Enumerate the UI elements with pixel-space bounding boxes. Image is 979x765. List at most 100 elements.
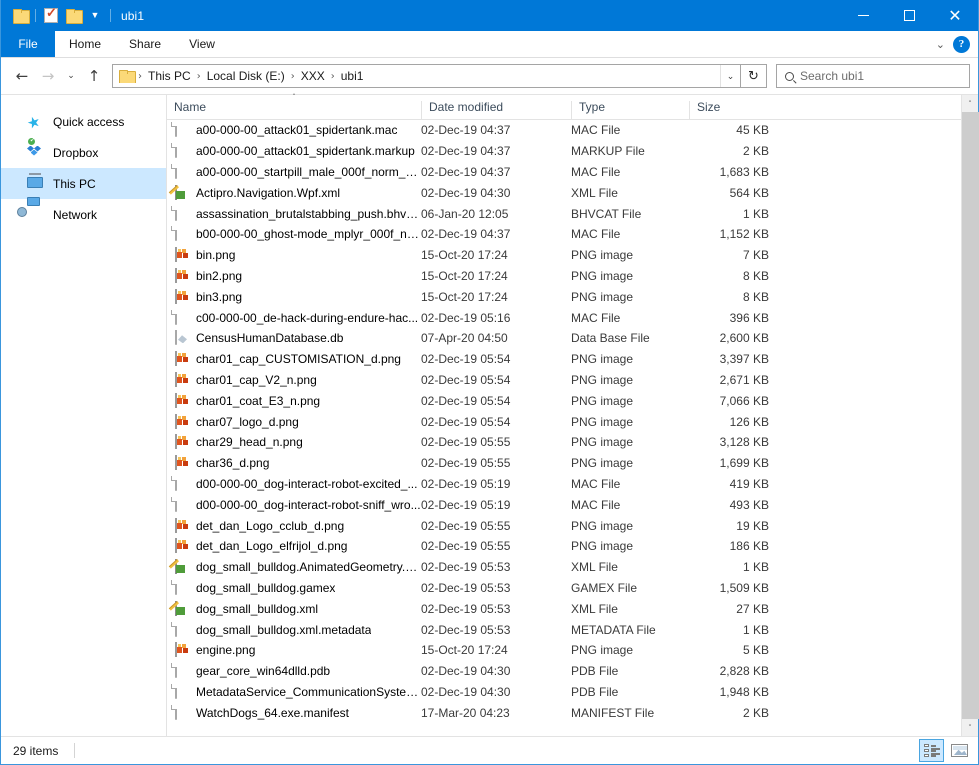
file-name-cell[interactable]: char01_cap_V2_n.png: [167, 372, 421, 388]
table-row[interactable]: CensusHumanDatabase.db07-Apr-20 04:50Dat…: [167, 328, 961, 349]
scroll-up-icon[interactable]: ˄: [962, 95, 978, 112]
table-row[interactable]: c00-000-00_de-hack-during-endure-hac...0…: [167, 307, 961, 328]
breadcrumb-separator-2[interactable]: ›: [289, 71, 297, 82]
sidebar-item-network[interactable]: Network: [1, 199, 166, 230]
file-name-cell[interactable]: assassination_brutalstabbing_push.bhvcat: [167, 206, 421, 222]
file-name-cell[interactable]: char29_head_n.png: [167, 434, 421, 450]
sidebar-item-this-pc[interactable]: This PC: [1, 168, 166, 199]
file-name-cell[interactable]: char01_cap_CUSTOMISATION_d.png: [167, 351, 421, 367]
details-view-button[interactable]: [919, 739, 944, 762]
file-name-cell[interactable]: det_dan_Logo_elfrijol_d.png: [167, 538, 421, 554]
file-name-cell[interactable]: CensusHumanDatabase.db: [167, 330, 421, 346]
table-row[interactable]: dog_small_bulldog.AnimatedGeometry.n...0…: [167, 557, 961, 578]
file-name-cell[interactable]: bin.png: [167, 247, 421, 263]
new-folder-icon[interactable]: [62, 5, 84, 27]
folder-icon[interactable]: [9, 5, 31, 27]
table-row[interactable]: MetadataService_CommunicationSystem...02…: [167, 682, 961, 703]
large-icons-view-button[interactable]: [947, 739, 972, 762]
table-row[interactable]: bin.png15-Oct-20 17:24PNG image7 KB: [167, 245, 961, 266]
table-row[interactable]: char01_cap_V2_n.png02-Dec-19 05:54PNG im…: [167, 370, 961, 391]
sidebar-item-dropbox[interactable]: Dropbox: [1, 137, 166, 168]
breadcrumb-item-xxx[interactable]: XXX: [297, 69, 329, 83]
file-name-cell[interactable]: dog_small_bulldog.AnimatedGeometry.n...: [167, 559, 421, 575]
file-name-cell[interactable]: char01_coat_E3_n.png: [167, 393, 421, 409]
refresh-icon[interactable]: ↻: [741, 64, 767, 88]
sidebar-item-quick-access[interactable]: ★ Quick access: [1, 106, 166, 137]
column-header-size[interactable]: Size: [689, 101, 771, 119]
close-button[interactable]: ✕: [932, 0, 978, 31]
table-row[interactable]: a00-000-00_attack01_spidertank.markup02-…: [167, 141, 961, 162]
file-name-cell[interactable]: engine.png: [167, 642, 421, 658]
forward-button[interactable]: →: [35, 62, 61, 90]
tab-share[interactable]: Share: [115, 31, 175, 57]
file-name-cell[interactable]: Actipro.Navigation.Wpf.xml: [167, 185, 421, 201]
table-row[interactable]: char07_logo_d.png02-Dec-19 05:54PNG imag…: [167, 411, 961, 432]
up-button[interactable]: ↑: [81, 62, 107, 90]
help-icon[interactable]: ?: [953, 36, 970, 53]
table-row[interactable]: bin2.png15-Oct-20 17:24PNG image8 KB: [167, 266, 961, 287]
file-name-cell[interactable]: a00-000-00_attack01_spidertank.markup: [167, 143, 421, 159]
table-row[interactable]: a00-000-00_attack01_spidertank.mac02-Dec…: [167, 120, 961, 141]
table-row[interactable]: b00-000-00_ghost-mode_mplyr_000f_nor...0…: [167, 224, 961, 245]
file-name-cell[interactable]: det_dan_Logo_cclub_d.png: [167, 518, 421, 534]
tab-view[interactable]: View: [175, 31, 229, 57]
address-dropdown-icon[interactable]: ⌄: [720, 65, 740, 87]
file-name-cell[interactable]: dog_small_bulldog.xml.metadata: [167, 622, 421, 638]
file-name-cell[interactable]: MetadataService_CommunicationSystem...: [167, 684, 421, 700]
breadcrumb-item-local-disk[interactable]: Local Disk (E:): [203, 69, 289, 83]
recent-locations-icon[interactable]: ⌄: [61, 62, 81, 90]
file-name-cell[interactable]: gear_core_win64dlld.pdb: [167, 663, 421, 679]
table-row[interactable]: engine.png15-Oct-20 17:24PNG image5 KB: [167, 640, 961, 661]
tab-home[interactable]: Home: [55, 31, 115, 57]
breadcrumb-separator-0[interactable]: ›: [136, 71, 144, 82]
address-path-box[interactable]: › This PC › Local Disk (E:) › XXX › ubi1…: [112, 64, 741, 88]
column-header-type[interactable]: Type: [571, 101, 689, 119]
file-name-cell[interactable]: b00-000-00_ghost-mode_mplyr_000f_nor...: [167, 226, 421, 242]
expand-ribbon-icon[interactable]: ⌄: [930, 38, 951, 51]
chevron-down-icon[interactable]: ▼: [84, 5, 106, 27]
table-row[interactable]: dog_small_bulldog.xml02-Dec-19 05:53XML …: [167, 598, 961, 619]
table-row[interactable]: gear_core_win64dlld.pdb02-Dec-19 04:30PD…: [167, 661, 961, 682]
minimize-button[interactable]: [840, 0, 886, 31]
breadcrumb-item-this-pc[interactable]: This PC: [144, 69, 195, 83]
file-name-cell[interactable]: bin3.png: [167, 289, 421, 305]
table-row[interactable]: char29_head_n.png02-Dec-19 05:55PNG imag…: [167, 432, 961, 453]
breadcrumb-separator-1[interactable]: ›: [195, 71, 203, 82]
properties-icon[interactable]: [40, 5, 62, 27]
table-row[interactable]: det_dan_Logo_elfrijol_d.png02-Dec-19 05:…: [167, 536, 961, 557]
back-button[interactable]: ←: [9, 62, 35, 90]
file-name-cell[interactable]: char36_d.png: [167, 455, 421, 471]
file-name-cell[interactable]: dog_small_bulldog.xml: [167, 601, 421, 617]
scrollbar-track[interactable]: [962, 112, 978, 719]
file-name-cell[interactable]: bin2.png: [167, 268, 421, 284]
vertical-scrollbar[interactable]: ˄ ˅: [961, 95, 978, 736]
table-row[interactable]: bin3.png15-Oct-20 17:24PNG image8 KB: [167, 286, 961, 307]
file-name-cell[interactable]: dog_small_bulldog.gamex: [167, 580, 421, 596]
table-row[interactable]: d00-000-00_dog-interact-robot-sniff_wro.…: [167, 494, 961, 515]
scroll-down-icon[interactable]: ˅: [962, 719, 978, 736]
table-row[interactable]: assassination_brutalstabbing_push.bhvcat…: [167, 203, 961, 224]
column-header-date-modified[interactable]: Date modified: [421, 101, 571, 119]
table-row[interactable]: char01_coat_E3_n.png02-Dec-19 05:54PNG i…: [167, 390, 961, 411]
table-row[interactable]: Actipro.Navigation.Wpf.xml02-Dec-19 04:3…: [167, 182, 961, 203]
breadcrumb-item-ubi1[interactable]: ubi1: [337, 69, 368, 83]
breadcrumb-separator-3[interactable]: ›: [329, 71, 337, 82]
file-name-cell[interactable]: a00-000-00_attack01_spidertank.mac: [167, 122, 421, 138]
table-row[interactable]: d00-000-00_dog-interact-robot-excited_..…: [167, 474, 961, 495]
file-name-cell[interactable]: a00-000-00_startpill_male_000f_norm_no..…: [167, 164, 421, 180]
maximize-button[interactable]: [886, 0, 932, 31]
file-name-cell[interactable]: d00-000-00_dog-interact-robot-excited_..…: [167, 476, 421, 492]
scrollbar-thumb[interactable]: [962, 112, 979, 719]
file-name-cell[interactable]: WatchDogs_64.exe.manifest: [167, 705, 421, 721]
column-header-name[interactable]: Name: [167, 101, 421, 119]
file-name-cell[interactable]: c00-000-00_de-hack-during-endure-hac...: [167, 310, 421, 326]
tab-file[interactable]: File: [1, 31, 55, 57]
table-row[interactable]: dog_small_bulldog.xml.metadata02-Dec-19 …: [167, 619, 961, 640]
table-row[interactable]: dog_small_bulldog.gamex02-Dec-19 05:53GA…: [167, 578, 961, 599]
file-name-cell[interactable]: char07_logo_d.png: [167, 414, 421, 430]
table-row[interactable]: char36_d.png02-Dec-19 05:55PNG image1,69…: [167, 453, 961, 474]
table-row[interactable]: WatchDogs_64.exe.manifest17-Mar-20 04:23…: [167, 702, 961, 723]
table-row[interactable]: det_dan_Logo_cclub_d.png02-Dec-19 05:55P…: [167, 515, 961, 536]
table-row[interactable]: a00-000-00_startpill_male_000f_norm_no..…: [167, 162, 961, 183]
table-row[interactable]: char01_cap_CUSTOMISATION_d.png02-Dec-19 …: [167, 349, 961, 370]
